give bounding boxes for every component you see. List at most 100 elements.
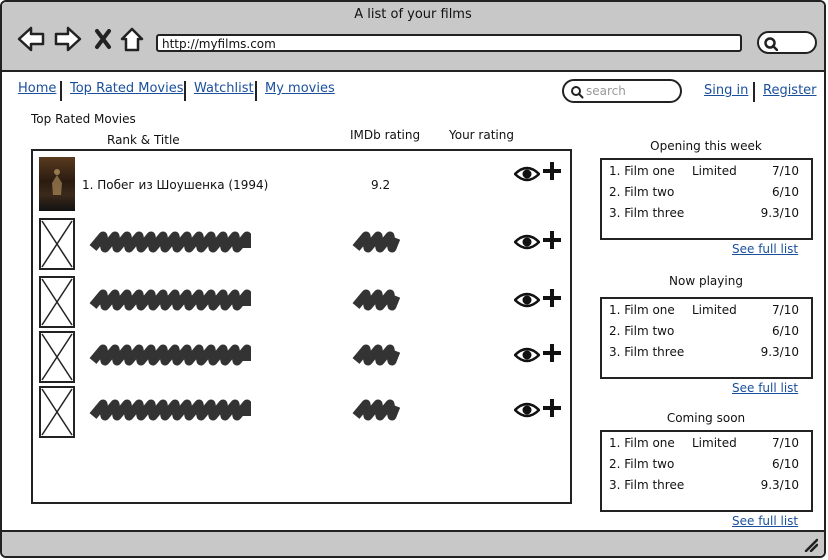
plus-icon[interactable] — [542, 398, 562, 418]
film-status: Limited — [692, 436, 737, 450]
column-header-your-rating: Your rating — [449, 128, 514, 142]
list-item[interactable]: 2. Film two 6/10 — [609, 457, 805, 477]
rating-placeholder-scribble — [352, 231, 400, 253]
table-row — [39, 386, 564, 440]
sign-in-link[interactable]: Sing in — [704, 83, 748, 98]
window-title: A list of your films — [354, 7, 472, 22]
film-rating: 9.3/10 — [760, 478, 799, 492]
title-placeholder-scribble — [89, 289, 251, 311]
table-row — [39, 218, 564, 272]
film-rating: 7/10 — [772, 164, 799, 178]
auth-links: Sing in — [704, 83, 748, 98]
table-row: 1. Побег из Шоушенка (1994) 9.2 — [39, 151, 564, 211]
movie-poster[interactable] — [39, 157, 75, 211]
close-icon[interactable] — [92, 26, 120, 52]
film-title: 3. Film three — [609, 345, 685, 359]
title-placeholder-scribble — [89, 399, 251, 421]
browser-search-button[interactable] — [757, 31, 817, 54]
search-placeholder: search — [586, 84, 626, 98]
see-full-list-link[interactable]: See full list — [732, 381, 798, 395]
plus-icon[interactable] — [542, 230, 562, 250]
panel-now-playing: 1. Film one Limited 7/10 2. Film two 6/1… — [600, 297, 813, 379]
rating-placeholder-scribble — [352, 289, 400, 311]
forward-icon[interactable] — [54, 26, 82, 52]
search-icon — [764, 37, 778, 51]
panel-title: Coming soon — [666, 411, 746, 425]
list-item[interactable]: 2. Film two 6/10 — [609, 324, 805, 344]
rating-placeholder-scribble — [352, 399, 400, 421]
movies-table: 1. Побег из Шоушенка (1994) 9.2 — [31, 149, 572, 504]
movie-title[interactable]: 1. Побег из Шоушенка (1994) — [82, 178, 268, 192]
search-icon — [571, 86, 584, 99]
list-item[interactable]: 3. Film three 9.3/10 — [609, 478, 805, 498]
nav-watchlist[interactable]: Watchlist — [194, 81, 254, 96]
eye-icon[interactable] — [514, 291, 540, 309]
title-bar: A list of your films http://myfilms.com — [2, 2, 824, 72]
list-item[interactable]: 1. Film one Limited 7/10 — [609, 164, 805, 184]
film-rating: 9.3/10 — [760, 345, 799, 359]
list-item[interactable]: 1. Film one Limited 7/10 — [609, 303, 805, 323]
section-title: Top Rated Movies — [31, 112, 136, 126]
plus-icon[interactable] — [542, 343, 562, 363]
film-rating: 6/10 — [772, 185, 799, 199]
film-title: 1. Film one — [609, 164, 675, 178]
auth-links: Register — [763, 83, 817, 98]
rating-placeholder-scribble — [352, 344, 400, 366]
panel-title: Opening this week — [650, 139, 762, 153]
film-title: 2. Film two — [609, 324, 675, 338]
eye-icon[interactable] — [514, 165, 540, 183]
nav-my-movies[interactable]: My movies — [265, 81, 335, 96]
nav-home[interactable]: Home — [18, 81, 56, 96]
table-row — [39, 276, 564, 330]
film-title: 3. Film three — [609, 206, 685, 220]
list-item[interactable]: 2. Film two 6/10 — [609, 185, 805, 205]
film-title: 2. Film two — [609, 185, 675, 199]
browser-window: A list of your films http://myfilms.com … — [0, 0, 826, 558]
film-rating: 6/10 — [772, 324, 799, 338]
list-item[interactable]: 1. Film one Limited 7/10 — [609, 436, 805, 456]
image-placeholder — [39, 218, 75, 270]
panel-opening-this-week: 1. Film one Limited 7/10 2. Film two 6/1… — [600, 158, 813, 240]
column-header-rank-title: Rank & Title — [107, 133, 180, 147]
film-rating: 7/10 — [772, 303, 799, 317]
list-item[interactable]: 3. Film three 9.3/10 — [609, 206, 805, 226]
film-title: 2. Film two — [609, 457, 675, 471]
imdb-rating: 9.2 — [371, 178, 391, 192]
film-title: 1. Film one — [609, 303, 675, 317]
image-placeholder — [39, 331, 75, 383]
see-full-list-link[interactable]: See full list — [732, 514, 798, 528]
list-item[interactable]: 3. Film three 9.3/10 — [609, 345, 805, 365]
plus-icon[interactable] — [542, 288, 562, 308]
eye-icon[interactable] — [514, 346, 540, 364]
film-rating: 9.3/10 — [760, 206, 799, 220]
panel-coming-soon: 1. Film one Limited 7/10 2. Film two 6/1… — [600, 430, 813, 512]
eye-icon[interactable] — [514, 233, 540, 251]
url-bar[interactable]: http://myfilms.com — [156, 34, 742, 52]
film-rating: 6/10 — [772, 457, 799, 471]
panel-title: Now playing — [669, 274, 743, 288]
site-search-input[interactable]: search — [562, 79, 682, 103]
plus-icon[interactable] — [542, 161, 562, 181]
image-placeholder — [39, 386, 75, 438]
film-status: Limited — [692, 303, 737, 317]
back-icon[interactable] — [17, 26, 45, 52]
nav-divider — [255, 81, 257, 101]
see-full-list-link[interactable]: See full list — [732, 242, 798, 256]
resize-grip-icon[interactable] — [804, 538, 818, 552]
film-title: 1. Film one — [609, 436, 675, 450]
auth-divider — [753, 82, 755, 102]
home-icon[interactable] — [119, 26, 147, 52]
title-placeholder-scribble — [89, 344, 251, 366]
film-status: Limited — [692, 164, 737, 178]
title-placeholder-scribble — [89, 231, 251, 253]
film-rating: 7/10 — [772, 436, 799, 450]
column-header-imdb: IMDb rating — [350, 128, 421, 142]
image-placeholder — [39, 276, 75, 328]
nav-top-rated[interactable]: Top Rated Movies — [70, 81, 184, 96]
register-link[interactable]: Register — [763, 83, 817, 98]
table-row — [39, 331, 564, 385]
nav-divider — [60, 81, 62, 101]
eye-icon[interactable] — [514, 401, 540, 419]
nav-divider — [184, 81, 186, 101]
status-bar — [2, 530, 824, 556]
